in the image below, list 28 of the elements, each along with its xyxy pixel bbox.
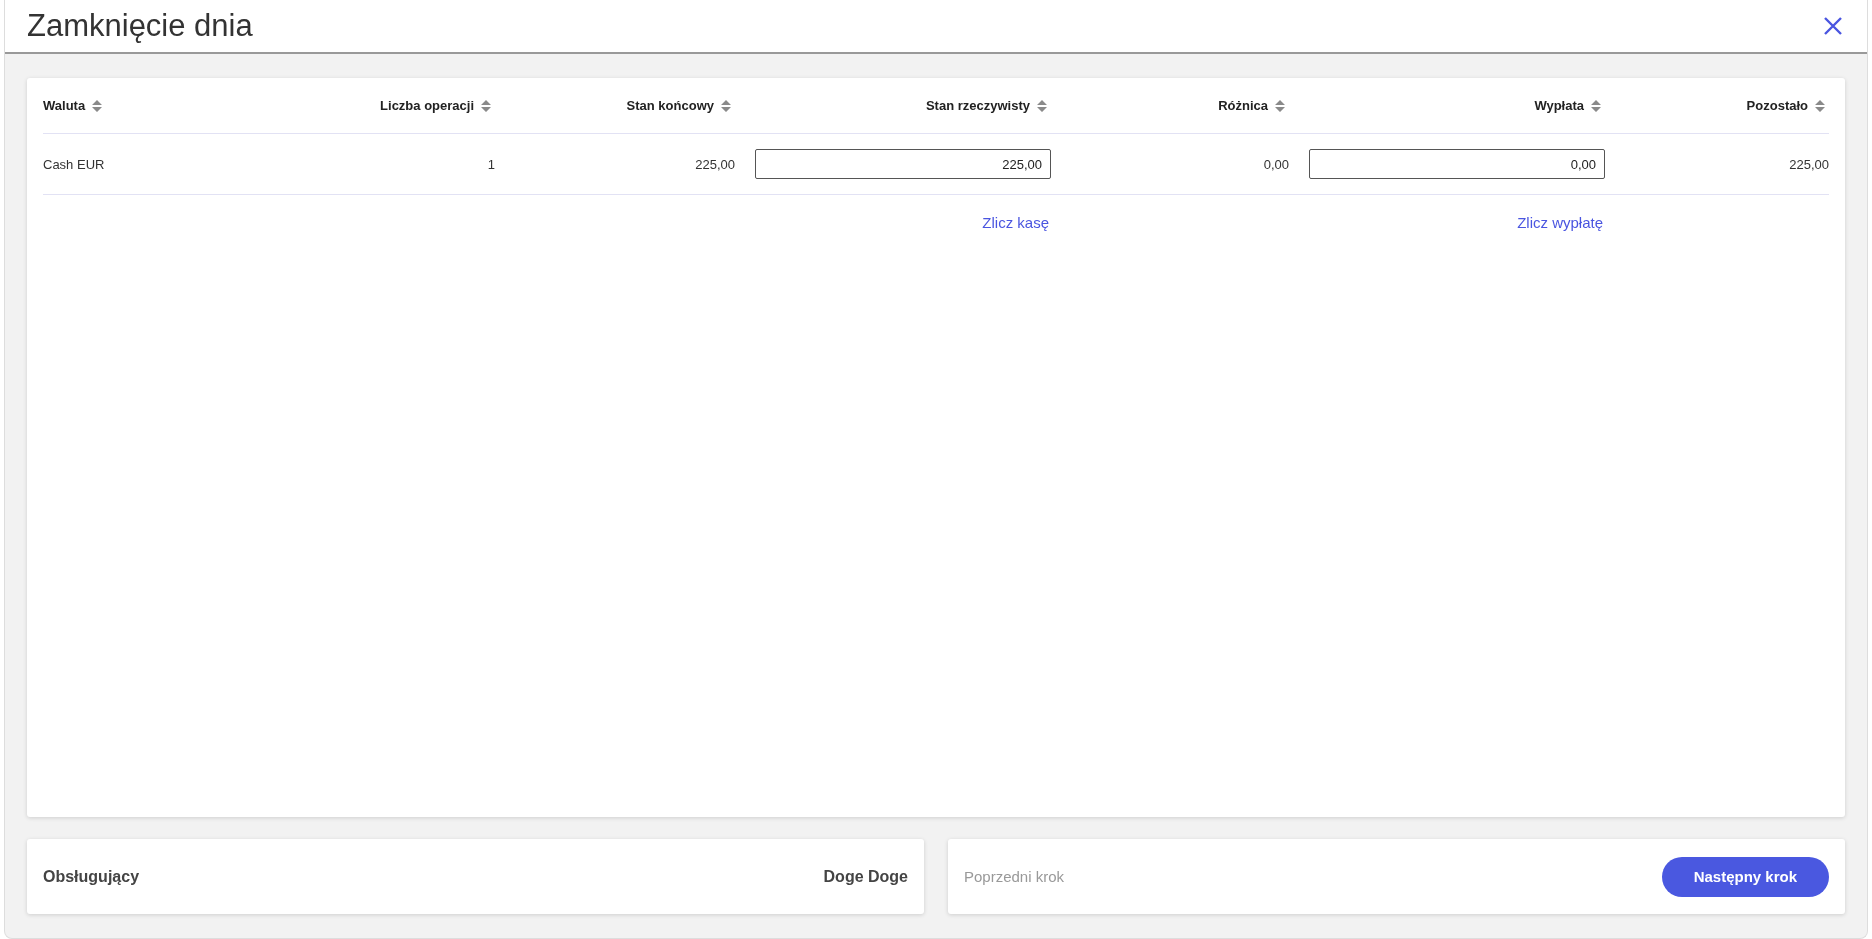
sort-icon [721,99,731,112]
link[interactable]: Zlicz kasę [982,214,1049,231]
sort-icon [1591,99,1601,112]
column-header[interactable]: Różnica [1218,98,1285,113]
link[interactable]: Zlicz wypłatę [1517,214,1603,231]
operator-name: Doge Doge [823,867,908,886]
sort-icon [92,99,103,112]
column-header[interactable]: Waluta [43,98,103,113]
amount-field[interactable]: 0,00 [1309,149,1605,179]
operator-label: Obsługujący [43,867,140,886]
table-cell: 225,00 [1789,156,1829,172]
close-icon [1823,16,1843,36]
amount-field[interactable]: 225,00 [755,149,1051,179]
table-cell: 0,00 [1263,156,1289,172]
sort-icon [1815,99,1825,112]
sort-icon [1037,99,1047,112]
column-header[interactable]: Pozostało [1746,98,1825,113]
column-header[interactable]: Stan rzeczywisty [925,98,1047,113]
window-title: Zamknięcie dnia [27,8,253,44]
sort-icon [481,99,491,112]
table-cell: 1 [487,156,495,172]
table-cell: Cash EUR [43,156,105,172]
sort-icon [1275,99,1285,112]
table-cell: 225,00 [695,156,735,172]
column-header[interactable]: Wypłata [1534,98,1601,113]
column-header[interactable]: Stan końcowy [626,98,731,113]
next-step-button[interactable]: Następny krok [1661,856,1829,897]
column-header[interactable]: Liczba operacji [380,98,491,113]
